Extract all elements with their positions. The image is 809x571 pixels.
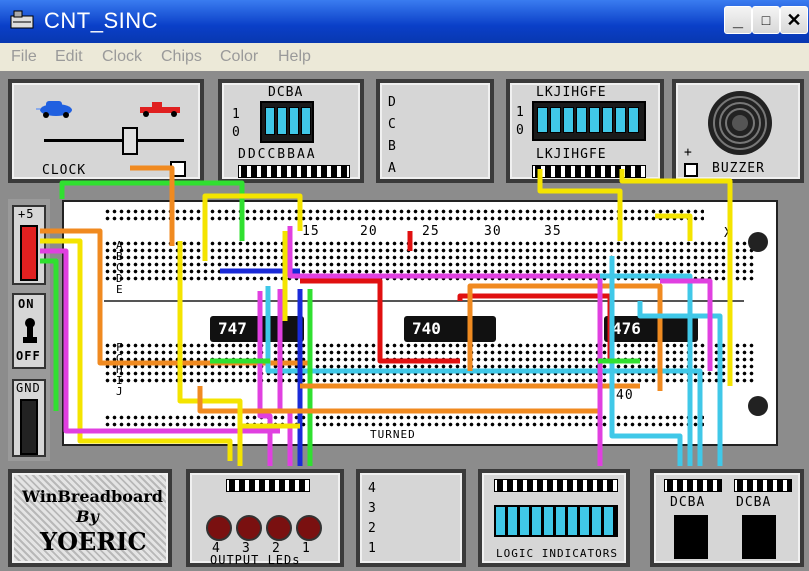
- workspace: CLOCK DCBA 1 0 DDCCBBAA D C B A LKJIHGFE…: [0, 71, 809, 571]
- wire-orange-1[interactable]: [130, 165, 175, 246]
- menu-bar: File Edit Clock Chips Color Help: [0, 43, 809, 71]
- menu-chips[interactable]: Chips: [161, 48, 202, 66]
- menu-color[interactable]: Color: [220, 48, 258, 66]
- close-button[interactable]: ✕: [780, 6, 808, 34]
- menu-clock[interactable]: Clock: [102, 48, 142, 66]
- wire-magenta-4[interactable]: [287, 226, 603, 466]
- menu-help[interactable]: Help: [278, 48, 311, 66]
- wire-green-2[interactable]: [40, 258, 59, 411]
- wire-magenta-5[interactable]: [660, 278, 713, 371]
- wire-red-3[interactable]: [457, 293, 613, 361]
- wire-overlay: [40, 165, 733, 466]
- wire-magenta-1[interactable]: [40, 248, 280, 434]
- wire-yellow-6[interactable]: [655, 213, 693, 241]
- menu-file[interactable]: File: [11, 48, 37, 66]
- app-icon: [10, 10, 34, 29]
- title-bar: CNT_SINC _ □ ✕: [0, 0, 809, 43]
- window-title: CNT_SINC: [44, 8, 159, 33]
- minimize-button[interactable]: _: [724, 6, 752, 34]
- wire-red-1[interactable]: [300, 278, 460, 364]
- wire-cyan-1[interactable]: [265, 286, 703, 466]
- wire-orange-3[interactable]: [467, 283, 663, 391]
- menu-edit[interactable]: Edit: [55, 48, 83, 66]
- maximize-button[interactable]: □: [752, 6, 780, 34]
- wire-yellow-2[interactable]: [537, 169, 623, 241]
